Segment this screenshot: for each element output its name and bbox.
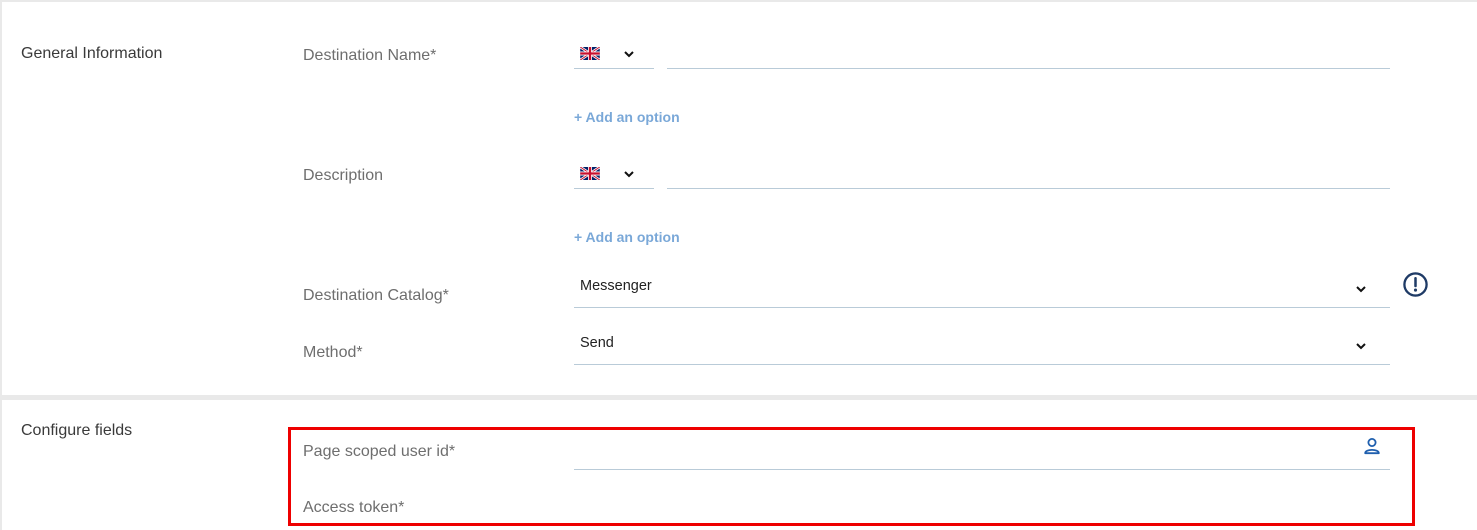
method-value: Send [580,335,614,351]
chevron-down-icon [1356,286,1366,293]
destination-catalog-label: Destination Catalog* [303,287,449,304]
configure-fields-panel: Configure fields Page scoped user id* Ac… [2,400,1477,530]
description-input[interactable] [667,158,1390,189]
section-title-configure: Configure fields [21,422,133,439]
description-label: Description [303,167,384,184]
destination-name-label: Destination Name* [303,47,437,64]
destination-name-add-option-link[interactable]: + Add an option [574,109,680,125]
general-information-panel: General Information Destination Name* + … [2,2,1477,395]
uk-flag-icon [580,47,600,60]
page-scoped-user-id-input[interactable] [574,432,1390,470]
destination-catalog-select[interactable]: Messenger [574,269,1390,308]
description-language-select[interactable] [574,158,654,189]
chevron-down-icon [624,171,634,178]
access-token-label: Access token* [303,499,405,516]
destination-name-language-select[interactable] [574,38,654,69]
section-title-general: General Information [21,45,163,62]
method-label: Method* [303,344,363,361]
info-circle-icon[interactable] [1402,271,1429,298]
chevron-down-icon [1356,343,1366,350]
chevron-down-icon [624,51,634,58]
uk-flag-icon [580,167,600,180]
user-icon[interactable] [1362,436,1382,456]
page-scoped-user-id-label: Page scoped user id* [303,443,456,460]
destination-name-input[interactable] [667,38,1390,69]
destination-catalog-value: Messenger [580,278,652,294]
description-add-option-link[interactable]: + Add an option [574,229,680,245]
method-select[interactable]: Send [574,326,1390,365]
